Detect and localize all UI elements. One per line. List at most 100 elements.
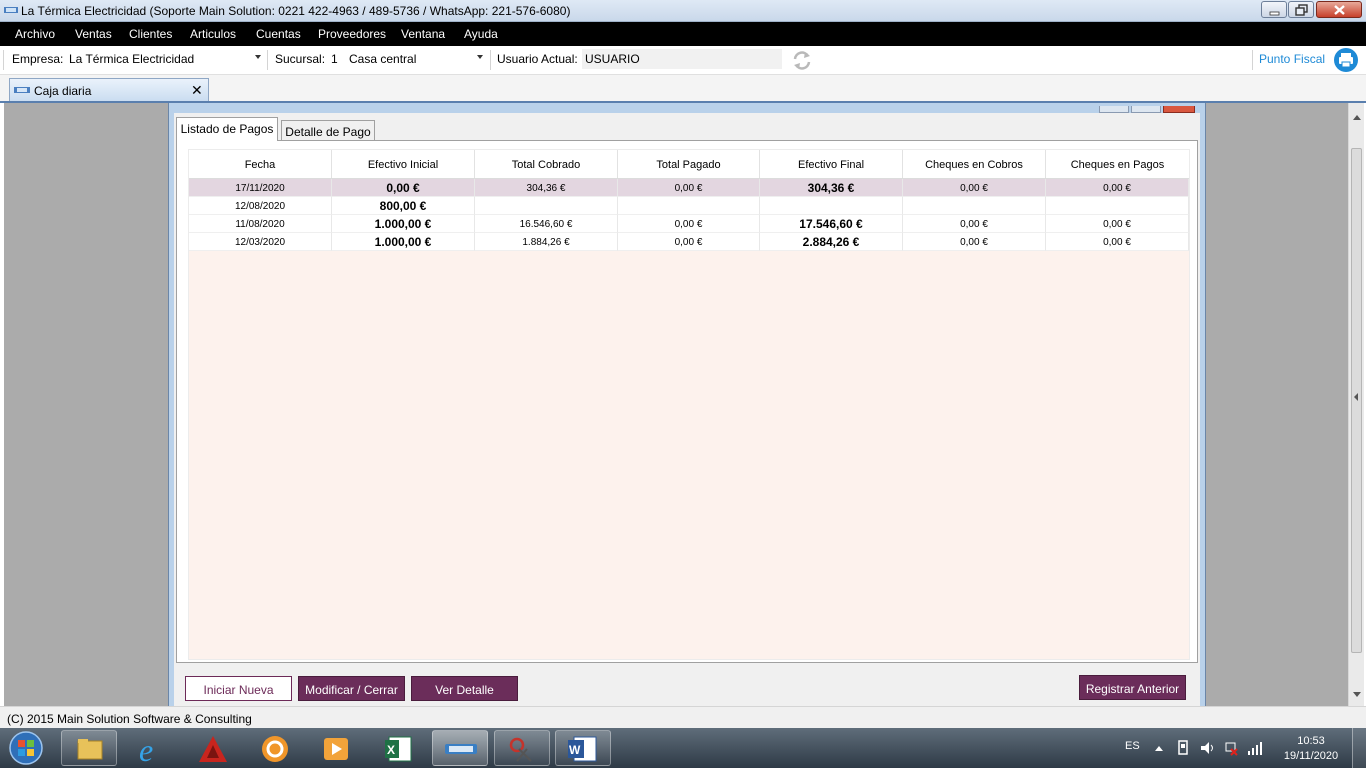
- menu-ayuda[interactable]: Ayuda: [464, 27, 498, 41]
- column-header-efectivo-inicial[interactable]: Efectivo Inicial: [332, 150, 475, 178]
- scroll-down-icon[interactable]: [1353, 692, 1361, 697]
- menu-bar: Archivo Ventas Clientes Articulos Cuenta…: [0, 22, 1366, 46]
- taskbar-settings-app[interactable]: [246, 730, 302, 766]
- scissors-icon: [509, 737, 532, 762]
- system-clock[interactable]: 10:53 19/11/2020: [1278, 734, 1344, 764]
- listado-tab-panel: Fecha Efectivo Inicial Total Cobrado Tot…: [176, 140, 1198, 663]
- menu-clientes[interactable]: Clientes: [129, 27, 172, 41]
- menu-cuentas[interactable]: Cuentas: [256, 27, 301, 41]
- device-icon[interactable]: [1176, 740, 1190, 756]
- table-row[interactable]: 12/03/2020 1.000,00 € 1.884,26 € 0,00 € …: [189, 233, 1189, 251]
- empresa-dropdown-icon[interactable]: [255, 55, 261, 59]
- menu-proveedores[interactable]: Proveedores: [318, 27, 386, 41]
- menu-articulos[interactable]: Articulos: [190, 27, 236, 41]
- iniciar-nueva-button[interactable]: Iniciar Nueva: [185, 676, 292, 701]
- taskbar-excel[interactable]: X: [370, 730, 426, 766]
- cell-cheques-cobros: 0,00 €: [903, 179, 1046, 197]
- sucursal-select[interactable]: Casa central: [349, 52, 416, 66]
- cell-total-cobrado: [475, 197, 618, 215]
- usuario-value: USUARIO: [585, 52, 640, 66]
- svg-text:e: e: [139, 732, 153, 767]
- window-content: Listado de Pagos Detalle de Pago Fecha E…: [174, 113, 1200, 706]
- toolbar-divider: [1252, 50, 1253, 70]
- cell-total-pagado: 0,00 €: [618, 179, 760, 197]
- tab-listado-de-pagos[interactable]: Listado de Pagos: [176, 117, 278, 141]
- toolbar: Empresa: La Térmica Electricidad Sucursa…: [0, 46, 1366, 74]
- language-indicator[interactable]: ES: [1125, 740, 1140, 768]
- tab-caja-diaria[interactable]: Caja diaria ✕: [9, 78, 209, 102]
- column-header-efectivo-final[interactable]: Efectivo Final: [760, 150, 903, 178]
- cell-total-cobrado: 16.546,60 €: [475, 215, 618, 233]
- close-window-button[interactable]: [1316, 1, 1362, 18]
- status-bar: (C) 2015 Main Solution Software & Consul…: [0, 706, 1366, 728]
- column-header-total-pagado[interactable]: Total Pagado: [618, 150, 760, 178]
- show-hidden-icons-icon[interactable]: [1154, 744, 1164, 752]
- sucursal-number: 1: [331, 52, 338, 66]
- tab-detalle-de-pago[interactable]: Detalle de Pago: [281, 120, 375, 142]
- minimize-icon: [1269, 11, 1280, 16]
- restore-button[interactable]: [1288, 1, 1314, 18]
- cell-efectivo-inicial: 800,00 €: [332, 197, 475, 215]
- show-desktop-button[interactable]: [1352, 728, 1366, 768]
- ver-detalle-button[interactable]: Ver Detalle: [411, 676, 518, 701]
- cell-efectivo-inicial: 0,00 €: [332, 179, 475, 197]
- menu-ventas[interactable]: Ventas: [75, 27, 112, 41]
- folder-icon: [77, 739, 103, 760]
- column-header-cheques-en-cobros[interactable]: Cheques en Cobros: [903, 150, 1046, 178]
- cell-fecha: 17/11/2020: [189, 179, 332, 197]
- taskbar-media-player[interactable]: [307, 730, 363, 766]
- toolbar-divider: [490, 50, 491, 70]
- table-row[interactable]: 11/08/2020 1.000,00 € 16.546,60 € 0,00 €…: [189, 215, 1189, 233]
- gear-icon: [262, 736, 288, 762]
- modificar-cerrar-button[interactable]: Modificar / Cerrar: [298, 676, 405, 701]
- autocad-icon: [199, 736, 227, 762]
- volume-icon[interactable]: [1199, 740, 1215, 756]
- punto-fiscal-link[interactable]: Punto Fiscal: [1259, 52, 1325, 66]
- vertical-scrollbar[interactable]: [1348, 103, 1364, 706]
- taskbar-autocad[interactable]: [184, 730, 240, 766]
- sucursal-dropdown-icon[interactable]: [477, 55, 483, 59]
- caja-icon: [14, 87, 30, 93]
- app-icon: [4, 7, 18, 13]
- registrar-anterior-button[interactable]: Registrar Anterior: [1079, 675, 1186, 700]
- menu-archivo[interactable]: Archivo: [15, 27, 55, 41]
- taskbar-internet-explorer[interactable]: e: [122, 730, 178, 768]
- payments-grid: Fecha Efectivo Inicial Total Cobrado Tot…: [188, 149, 1190, 660]
- cell-total-cobrado: 1.884,26 €: [475, 233, 618, 251]
- cell-efectivo-inicial: 1.000,00 €: [332, 215, 475, 233]
- network-error-icon[interactable]: [1223, 740, 1239, 756]
- toolbar-divider: [3, 50, 4, 70]
- printer-icon: [1339, 53, 1353, 68]
- child-close-button[interactable]: [1163, 106, 1195, 113]
- empresa-label: Empresa:: [12, 52, 64, 66]
- menu-ventana[interactable]: Ventana: [401, 27, 445, 41]
- child-minimize-button[interactable]: [1099, 106, 1129, 113]
- close-tab-icon[interactable]: ✕: [191, 82, 203, 99]
- child-maximize-button[interactable]: [1131, 106, 1161, 113]
- table-row[interactable]: 17/11/2020 0,00 € 304,36 € 0,00 € 304,36…: [189, 179, 1189, 197]
- svg-text:X: X: [387, 743, 395, 757]
- internet-explorer-icon: e: [139, 732, 153, 768]
- taskbar-word[interactable]: W: [555, 730, 611, 766]
- minimize-button[interactable]: [1261, 1, 1287, 18]
- window-title: La Térmica Electricidad (Soporte Main So…: [21, 4, 571, 18]
- taskbar-comit-app[interactable]: [432, 730, 488, 766]
- signal-icon[interactable]: [1247, 740, 1263, 756]
- column-header-fecha[interactable]: Fecha: [189, 150, 332, 178]
- table-row[interactable]: 12/08/2020 800,00 €: [189, 197, 1189, 215]
- refresh-icon[interactable]: [791, 50, 813, 70]
- taskbar-file-explorer[interactable]: [61, 730, 117, 766]
- column-header-cheques-en-pagos[interactable]: Cheques en Pagos: [1046, 150, 1189, 178]
- print-button[interactable]: [1334, 48, 1358, 72]
- taskbar-snipping-tool[interactable]: [494, 730, 550, 766]
- empresa-select[interactable]: La Térmica Electricidad: [69, 52, 194, 66]
- cell-cheques-pagos: 0,00 €: [1046, 233, 1189, 251]
- cell-fecha: 12/03/2020: [189, 233, 332, 251]
- start-orb-icon[interactable]: [6, 730, 46, 766]
- usuario-label: Usuario Actual:: [497, 52, 578, 66]
- excel-icon: X: [385, 736, 412, 762]
- grid-header: Fecha Efectivo Inicial Total Cobrado Tot…: [189, 150, 1189, 179]
- scroll-up-icon[interactable]: [1353, 115, 1361, 120]
- close-icon: [1334, 5, 1345, 15]
- column-header-total-cobrado[interactable]: Total Cobrado: [475, 150, 618, 178]
